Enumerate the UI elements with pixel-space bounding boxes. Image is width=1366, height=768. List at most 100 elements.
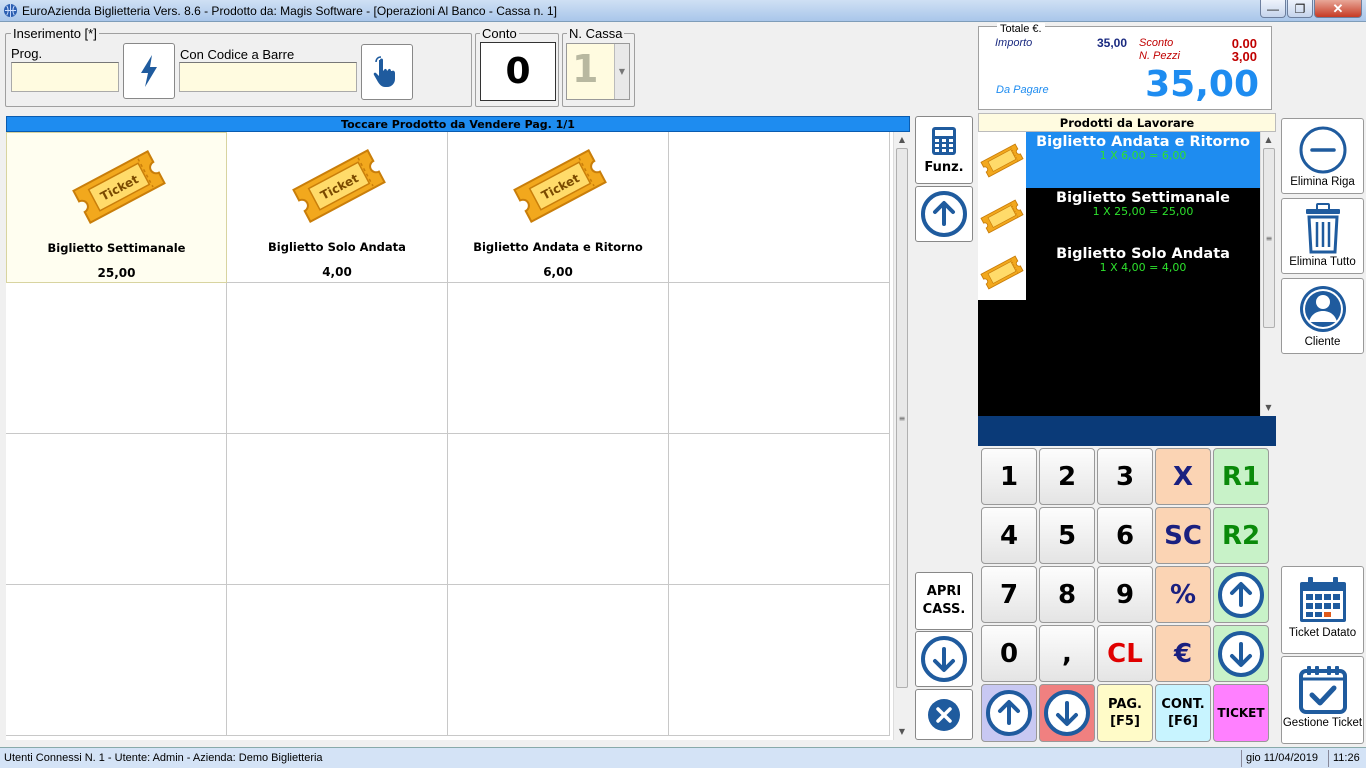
empty-product-tile[interactable] [448,283,669,434]
work-item-name: Biglietto Solo Andata [1056,246,1230,262]
key-3[interactable]: 3 [1097,448,1153,505]
elimina-riga-button[interactable]: Elimina Riga [1281,118,1364,194]
restore-button[interactable]: ❐ [1287,0,1313,18]
products-panel: Toccare Prodotto da Vendere Pag. 1/1 Tic… [6,116,910,740]
mid-cancel-button[interactable] [915,689,973,740]
products-header: Toccare Prodotto da Vendere Pag. 1/1 [6,116,910,132]
hand-pointer-icon [373,56,395,87]
empty-product-tile[interactable] [669,585,890,736]
key-euro[interactable]: € [1155,625,1211,682]
work-item-thumb [978,244,1026,300]
key-list-down[interactable] [1039,684,1095,742]
key-1[interactable]: 1 [981,448,1037,505]
flash-button[interactable] [123,43,175,99]
cont-shortcut: [F6] [1168,714,1198,729]
key-list-up[interactable] [981,684,1037,742]
key-r1[interactable]: R1 [1213,448,1269,505]
empty-product-tile[interactable] [448,434,669,585]
key-comma[interactable]: , [1039,625,1095,682]
cont-label: CONT. [1161,697,1205,712]
touch-button[interactable] [361,44,413,100]
cassa-label: N. Cassa [567,26,625,41]
empty-product-tile[interactable] [227,585,448,736]
product-tile[interactable]: Ticket Biglietto Settimanale 25,00 [6,132,227,283]
prog-input[interactable] [11,62,119,92]
key-clear[interactable]: CL [1097,625,1153,682]
ticket-datato-label: Ticket Datato [1288,627,1357,639]
key-r2[interactable]: R2 [1213,507,1269,564]
empty-product-tile[interactable] [669,434,890,585]
work-item-calc: 1 X 6,00 = 6,00 [1099,149,1187,162]
key-2[interactable]: 2 [1039,448,1095,505]
work-list-item[interactable]: Biglietto Settimanale 1 X 25,00 = 25,00 [978,188,1260,244]
key-multiply[interactable]: X [1155,448,1211,505]
scroll-thumb[interactable]: ≡ [896,148,908,688]
product-tile[interactable]: Ticket Biglietto Solo Andata 4,00 [227,132,448,283]
gestione-ticket-label: Gestione Ticket [1282,717,1363,729]
trash-icon [1305,203,1340,254]
empty-product-tile[interactable] [669,132,890,283]
scroll-up-arrow-icon[interactable]: ▲ [894,132,910,148]
funz-button[interactable]: Funz. [915,116,973,184]
work-scroll-thumb[interactable]: ≡ [1263,148,1275,328]
cassa-dropdown-arrow-icon[interactable]: ▼ [614,44,629,99]
arrow-up-circle-icon [921,191,967,237]
funz-label: Funz. [924,159,964,175]
empty-product-tile[interactable] [227,434,448,585]
work-list-item[interactable]: Biglietto Solo Andata 1 X 4,00 = 4,00 [978,244,1260,300]
empty-product-tile[interactable] [448,585,669,736]
pag-f5-button[interactable]: PAG. [F5] [1097,684,1153,742]
conto-value[interactable]: 0 [480,42,556,101]
empty-product-tile[interactable] [6,585,227,736]
empty-product-tile[interactable] [227,283,448,434]
empty-product-tile[interactable] [6,434,227,585]
calendar-icon [1299,577,1346,622]
work-scroll-down-icon[interactable]: ▼ [1261,400,1276,416]
empty-product-tile[interactable] [6,283,227,434]
mid-up-button[interactable] [915,186,973,242]
key-0[interactable]: 0 [981,625,1037,682]
pagare-value: 35,00 [1145,64,1259,105]
minimize-button[interactable]: — [1260,0,1286,18]
key-down[interactable] [1213,625,1269,682]
key-6[interactable]: 6 [1097,507,1153,564]
work-list[interactable]: Biglietto Andata e Ritorno 1 X 6,00 = 6,0… [978,132,1260,416]
work-scrollbar[interactable]: ▲ ≡ ▼ [1260,132,1276,416]
importo-value: 35,00 [1096,36,1127,50]
work-list-footer [978,416,1276,446]
elimina-tutto-button[interactable]: Elimina Tutto [1281,198,1364,274]
work-item-thumb [978,132,1026,188]
mid-down-button[interactable] [915,631,973,687]
calculator-icon [932,126,956,155]
key-8[interactable]: 8 [1039,566,1095,623]
key-5[interactable]: 5 [1039,507,1095,564]
elimina-tutto-label: Elimina Tutto [1289,256,1356,268]
ticket-button[interactable]: TICKET [1213,684,1269,742]
barcode-input[interactable] [179,62,357,92]
work-scroll-up-icon[interactable]: ▲ [1261,132,1276,148]
ticket-icon: Ticket [292,149,386,223]
minus-circle-icon [1299,126,1346,174]
key-sconto[interactable]: SC [1155,507,1211,564]
status-separator [1328,750,1329,767]
apri-cassetto-button[interactable]: APRI CASS. [915,572,973,630]
close-button[interactable]: ✕ [1314,0,1362,18]
product-name: Biglietto Settimanale [47,241,186,255]
scroll-down-arrow-icon[interactable]: ▼ [894,724,910,740]
ticket-datato-button[interactable]: Ticket Datato [1281,566,1364,654]
key-up[interactable] [1213,566,1269,623]
status-date: gio 11/04/2019 [1246,752,1318,764]
key-percent[interactable]: % [1155,566,1211,623]
product-tile[interactable]: Ticket Biglietto Andata e Ritorno 6,00 [448,132,669,283]
cont-f6-button[interactable]: CONT. [F6] [1155,684,1211,742]
key-7[interactable]: 7 [981,566,1037,623]
products-scrollbar[interactable]: ▲ ≡ ▼ [893,132,910,740]
work-list-item[interactable]: Biglietto Andata e Ritorno 1 X 6,00 = 6,0… [978,132,1260,188]
cliente-button[interactable]: Cliente [1281,278,1364,354]
gestione-ticket-button[interactable]: Gestione Ticket [1281,656,1364,744]
key-9[interactable]: 9 [1097,566,1153,623]
empty-product-tile[interactable] [669,283,890,434]
cassa-select[interactable]: 1 ▼ [566,43,630,100]
key-4[interactable]: 4 [981,507,1037,564]
apri-label-1: APRI [926,584,962,599]
